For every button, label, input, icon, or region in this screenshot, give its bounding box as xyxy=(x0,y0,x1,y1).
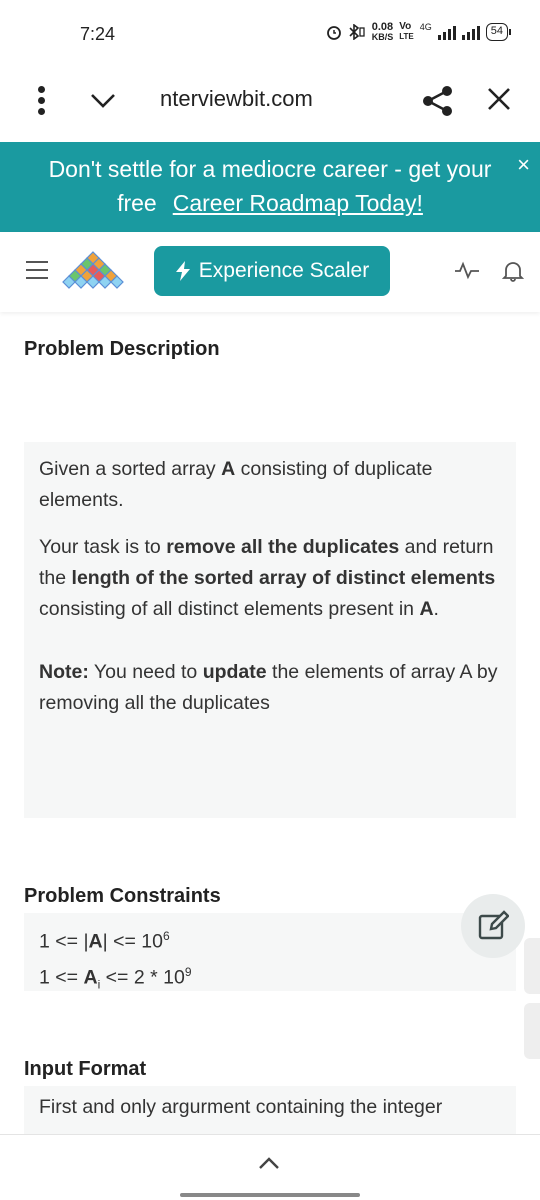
app-header: Experience Scaler xyxy=(0,232,540,312)
alarm-icon xyxy=(326,26,341,40)
interviewbit-logo-icon[interactable] xyxy=(60,250,126,290)
more-menu-icon[interactable] xyxy=(30,84,54,118)
text: . xyxy=(433,598,439,620)
volte-top: Vo xyxy=(399,21,412,32)
network-type: 4G xyxy=(419,22,432,32)
hamburger-menu-icon[interactable] xyxy=(26,260,48,280)
url-text[interactable]: nterviewbit.com xyxy=(160,86,313,112)
net-speed-unit: KB/S xyxy=(371,32,394,42)
text: consisting of all distinct elements pres… xyxy=(39,598,420,620)
bold-text: remove all the duplicates xyxy=(166,536,400,558)
activity-icon[interactable] xyxy=(454,260,480,280)
text: Your task is to xyxy=(39,536,167,558)
text: 1 <= xyxy=(39,966,84,988)
side-tab-1[interactable] xyxy=(524,938,540,994)
net-speed: 0.08 KB/S xyxy=(371,21,394,43)
text: 1 <= | xyxy=(39,930,89,953)
banner-line2: free Career Roadmap Today! xyxy=(0,190,540,217)
text: <= 2 * 10 xyxy=(100,966,185,988)
chevron-down-icon[interactable] xyxy=(88,86,118,116)
problem-description-box: Given a sorted array A consisting of dup… xyxy=(24,442,516,818)
career-roadmap-link[interactable]: Career Roadmap Today! xyxy=(173,190,423,216)
text: | <= 10 xyxy=(102,930,163,953)
exponent: 9 xyxy=(184,964,192,979)
banner-free-text: free xyxy=(117,190,157,216)
input-format-box: First and only argurment containing the … xyxy=(24,1086,516,1136)
bold-text: length of the sorted array of distinct e… xyxy=(71,567,496,589)
signal-strength-icon xyxy=(437,24,456,40)
net-speed-value: 0.08 xyxy=(371,21,394,33)
problem-constraints-heading: Problem Constraints xyxy=(24,885,221,907)
bluetooth-icon xyxy=(349,24,365,40)
note-paragraph: Note: You need to update the elements of… xyxy=(39,657,500,719)
banner-close-icon[interactable]: × xyxy=(517,152,530,178)
bell-icon[interactable] xyxy=(502,260,524,282)
array-name: A xyxy=(419,598,434,620)
input-format-heading: Input Format xyxy=(24,1058,147,1080)
experience-scaler-label: Experience Scaler xyxy=(198,259,370,282)
lightning-icon xyxy=(175,261,190,281)
constraints-box: 1 <= |A| <= 106 1 <= Ai <= 2 * 109 xyxy=(24,913,516,991)
close-icon[interactable] xyxy=(484,84,514,114)
input-format-text: First and only argurment containing the … xyxy=(39,1096,443,1118)
text: Given a sorted array xyxy=(39,458,222,480)
edit-icon xyxy=(478,910,509,940)
experience-scaler-button[interactable]: Experience Scaler xyxy=(154,246,390,296)
edit-code-button[interactable] xyxy=(461,894,525,958)
banner-text: Don't settle for a mediocre career - get… xyxy=(48,156,492,182)
array-name: A xyxy=(88,930,103,953)
browser-toolbar: nterviewbit.com xyxy=(0,70,540,142)
bold-text: update xyxy=(202,661,267,683)
note-label: Note: xyxy=(39,661,89,683)
battery-icon: 54 xyxy=(485,23,512,41)
home-indicator[interactable] xyxy=(180,1193,360,1197)
signal-strength-2-icon xyxy=(461,24,480,40)
side-tab-2[interactable] xyxy=(524,1003,540,1059)
text: You need to xyxy=(88,661,203,683)
exponent: 6 xyxy=(163,929,170,943)
description-paragraph-2: Your task is to remove all the duplicate… xyxy=(39,532,500,625)
array-name: A xyxy=(83,966,98,988)
status-time: 7:24 xyxy=(80,24,116,44)
share-icon[interactable] xyxy=(420,84,456,118)
constraint-2: 1 <= Ai <= 2 * 109 xyxy=(39,957,501,999)
bottom-bar xyxy=(0,1134,540,1200)
volte-bottom: LTE xyxy=(399,32,414,41)
status-bar: 7:24 0.08 KB/S Vo LTE 4G 54 xyxy=(0,0,540,70)
problem-description-heading: Problem Description xyxy=(24,338,220,360)
description-paragraph-1: Given a sorted array A consisting of dup… xyxy=(39,454,500,516)
array-name: A xyxy=(221,458,236,480)
volte-indicator: Vo LTE xyxy=(399,22,414,42)
constraint-1: 1 <= |A| <= 106 xyxy=(39,921,501,957)
status-icons: 0.08 KB/S Vo LTE 4G 54 xyxy=(326,21,512,43)
chevron-up-icon[interactable] xyxy=(258,1155,280,1171)
promo-banner: Don't settle for a mediocre career - get… xyxy=(0,142,540,232)
